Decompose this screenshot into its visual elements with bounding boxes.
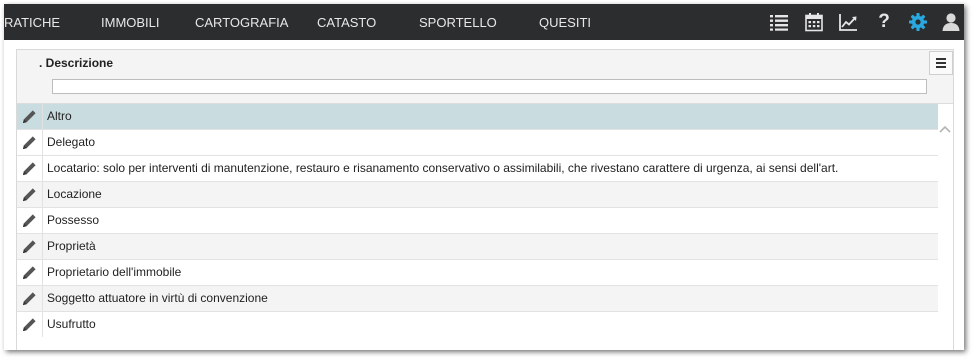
pencil-icon bbox=[22, 110, 36, 124]
edit-row-button[interactable] bbox=[17, 234, 43, 259]
list-icon[interactable] bbox=[769, 12, 789, 32]
pencil-icon bbox=[22, 214, 36, 228]
column-filter-input[interactable] bbox=[52, 79, 927, 94]
calendar-icon[interactable] bbox=[804, 12, 824, 32]
pencil-icon bbox=[22, 162, 36, 176]
table-row[interactable]: Soggetto attuatore in virtù di convenzio… bbox=[17, 286, 938, 312]
row-label: Usufrutto bbox=[47, 317, 96, 331]
grid-rows: Altro Delegato Locatario: solo per inter… bbox=[17, 104, 938, 337]
edit-row-button[interactable] bbox=[17, 182, 43, 207]
scroll-up-chevron-icon[interactable] bbox=[939, 121, 951, 133]
chart-icon[interactable] bbox=[838, 12, 858, 32]
column-menu-button[interactable] bbox=[929, 51, 953, 75]
row-label: Altro bbox=[47, 109, 72, 123]
row-label: Locazione bbox=[47, 187, 102, 201]
edit-row-button[interactable] bbox=[17, 104, 43, 129]
user-icon[interactable] bbox=[941, 12, 961, 32]
pencil-icon bbox=[22, 292, 36, 306]
row-label: Locatario: solo per interventi di manute… bbox=[47, 161, 839, 175]
table-row[interactable]: Proprietà bbox=[17, 234, 938, 260]
nav-item-quesiti[interactable]: QUESITI bbox=[539, 4, 591, 40]
nav-item-pratiche[interactable]: RATICHE bbox=[4, 4, 60, 40]
top-navigation-bar: RATICHE IMMOBILI CARTOGRAFIA CATASTO SPO… bbox=[4, 4, 964, 40]
row-label: Proprietà bbox=[47, 239, 96, 253]
column-title-descrizione[interactable]: . Descrizione bbox=[39, 56, 113, 70]
table-row[interactable]: Delegato bbox=[17, 130, 938, 156]
table-row[interactable]: Possesso bbox=[17, 208, 938, 234]
settings-icon[interactable] bbox=[908, 12, 928, 32]
pencil-icon bbox=[22, 136, 36, 150]
pencil-icon bbox=[22, 266, 36, 280]
pencil-icon bbox=[22, 240, 36, 254]
edit-row-button[interactable] bbox=[17, 260, 43, 285]
edit-row-button[interactable] bbox=[17, 156, 43, 181]
row-label: Delegato bbox=[47, 135, 96, 149]
column-header: . Descrizione bbox=[17, 50, 953, 104]
row-label: Soggetto attuatore in virtù di convenzio… bbox=[47, 291, 268, 305]
table-row[interactable]: Usufrutto bbox=[17, 312, 938, 337]
edit-row-button[interactable] bbox=[17, 130, 43, 155]
grid-panel: . Descrizione Altro Delegato Locatario: … bbox=[16, 49, 954, 350]
row-label: Possesso bbox=[47, 213, 100, 227]
nav-item-catasto[interactable]: CATASTO bbox=[317, 4, 376, 40]
table-row[interactable]: Proprietario dell'immobile bbox=[17, 260, 938, 286]
help-icon[interactable]: ? bbox=[874, 12, 894, 32]
row-label: Proprietario dell'immobile bbox=[47, 265, 182, 279]
app-window: RATICHE IMMOBILI CARTOGRAFIA CATASTO SPO… bbox=[4, 4, 964, 350]
nav-item-immobili[interactable]: IMMOBILI bbox=[101, 4, 160, 40]
edit-row-button[interactable] bbox=[17, 312, 43, 337]
pencil-icon bbox=[22, 188, 36, 202]
table-row[interactable]: Altro bbox=[17, 104, 938, 130]
edit-row-button[interactable] bbox=[17, 208, 43, 233]
nav-item-cartografia[interactable]: CARTOGRAFIA bbox=[195, 4, 288, 40]
table-row[interactable]: Locazione bbox=[17, 182, 938, 208]
pencil-icon bbox=[22, 318, 36, 332]
edit-row-button[interactable] bbox=[17, 286, 43, 311]
nav-item-sportello[interactable]: SPORTELLO bbox=[419, 4, 497, 40]
table-row[interactable]: Locatario: solo per interventi di manute… bbox=[17, 156, 938, 182]
